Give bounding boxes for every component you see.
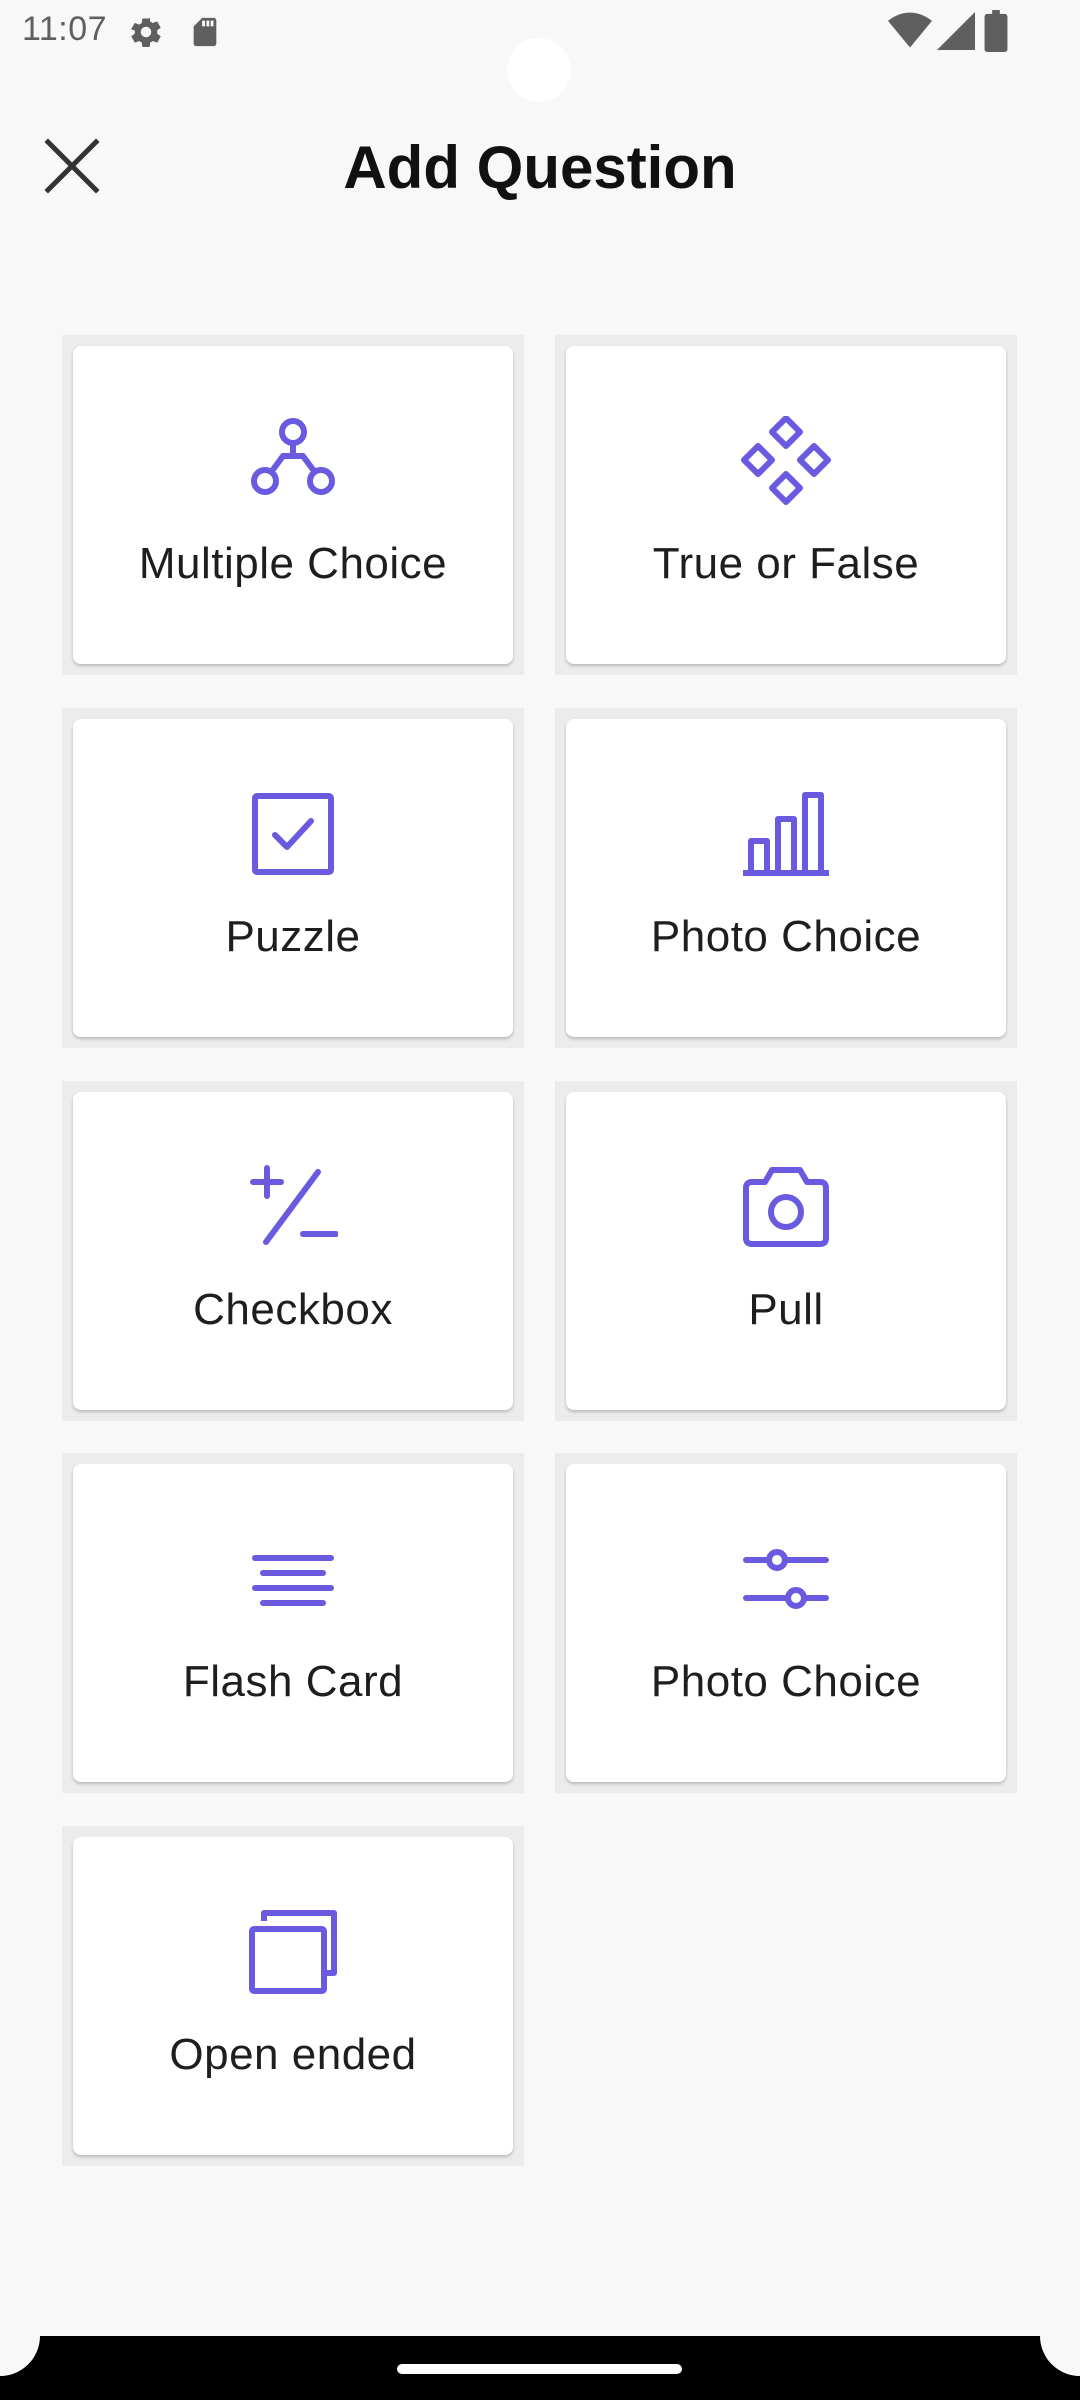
- tile-label: Multiple Choice: [138, 539, 448, 588]
- tile-label: Photo Choice: [650, 1657, 922, 1706]
- tile-frame: True or False: [555, 335, 1017, 675]
- tile-frame: Photo Choice: [555, 1453, 1017, 1793]
- tile-frame: Photo Choice: [555, 708, 1017, 1048]
- tile-frame: Puzzle: [62, 708, 524, 1048]
- status-time: 11:07: [22, 10, 108, 48]
- tile-label: True or False: [652, 539, 920, 588]
- stacked-windows-icon: [249, 1910, 337, 1994]
- question-type-pull[interactable]: Pull: [566, 1092, 1006, 1410]
- sd-card-icon: [193, 17, 217, 47]
- camera-icon: [743, 1167, 829, 1247]
- page-title: Add Question: [343, 134, 737, 201]
- tile-frame: Pull: [555, 1081, 1017, 1421]
- front-camera: [507, 38, 571, 102]
- question-type-multiple-choice[interactable]: Multiple Choice: [73, 346, 513, 664]
- battery-icon: [984, 10, 1008, 52]
- home-indicator[interactable]: [397, 2364, 682, 2374]
- diamonds-icon: [741, 416, 831, 505]
- tile-label: Checkbox: [193, 1285, 393, 1334]
- check-square-icon: [252, 793, 334, 875]
- question-type-photo-choice[interactable]: Photo Choice: [566, 719, 1006, 1037]
- tile-frame: Multiple Choice: [62, 335, 524, 675]
- wifi-icon: [888, 12, 932, 48]
- tile-label: Photo Choice: [650, 912, 922, 961]
- question-type-photo-choice-2[interactable]: Photo Choice: [566, 1464, 1006, 1782]
- text-lines-icon: [252, 1555, 334, 1606]
- tile-label: Pull: [748, 1285, 824, 1334]
- signal-icon: [937, 12, 975, 50]
- question-type-puzzle[interactable]: Puzzle: [73, 719, 513, 1037]
- bar-chart-icon: [743, 792, 829, 876]
- plus-minus-icon: [250, 1165, 338, 1245]
- question-type-true-or-false[interactable]: True or False: [566, 346, 1006, 664]
- tile-frame: Checkbox: [62, 1081, 524, 1421]
- hierarchy-icon: [251, 418, 335, 495]
- sliders-icon: [743, 1549, 829, 1609]
- tile-label: Open ended: [169, 2030, 417, 2079]
- tile-frame: Open ended: [62, 1826, 524, 2166]
- question-type-flash-card[interactable]: Flash Card: [73, 1464, 513, 1782]
- tile-frame: Flash Card: [62, 1453, 524, 1793]
- question-type-checkbox[interactable]: Checkbox: [73, 1092, 513, 1410]
- question-type-open-ended[interactable]: Open ended: [73, 1837, 513, 2155]
- tile-label: Flash Card: [182, 1657, 404, 1706]
- gear-icon: [131, 17, 161, 48]
- tile-label: Puzzle: [225, 912, 361, 961]
